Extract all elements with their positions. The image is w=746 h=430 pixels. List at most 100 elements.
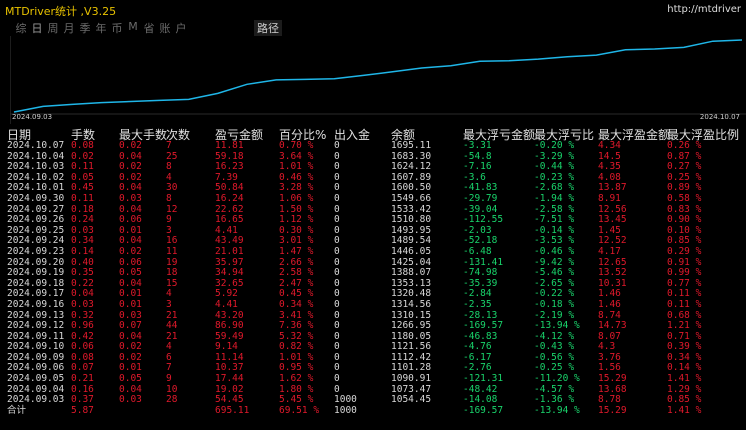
- table-row[interactable]: 2024.10.07 0.08 0.02 7 11.81 0.70 % 0 1695.11 -3…: [0, 140, 746, 152]
- tab-account-1[interactable]: 账: [158, 20, 172, 36]
- table-row[interactable]: 2024.09.27 0.18 0.04 12 22.62 1.50 % 0 1533.42-…: [0, 204, 746, 216]
- cell-max-lots: 0.03: [119, 394, 142, 406]
- cell-max-float-profit-pct: 0.26 %: [667, 140, 702, 151]
- table-header: 日期 手数 最大手数 次数 盈亏金额 百分比% 出入金 余额 最大浮亏金额 最大…: [0, 126, 746, 142]
- cell-balance: 1314.56: [391, 298, 432, 310]
- table-row[interactable]: 2024.09.03 0.37 0.03 28 54.45 5.45 % 1000 1054.…: [0, 395, 746, 406]
- tab-summary[interactable]: 综: [14, 20, 28, 36]
- tab-month[interactable]: 月: [62, 20, 76, 36]
- table-row[interactable]: 2024.09.30 0.11 0.03 8 16.24 1.06 % 0 1549.66 -2…: [0, 192, 746, 205]
- tab-m[interactable]: M: [126, 20, 140, 36]
- cell-max-float-profit: 4.34: [598, 140, 621, 151]
- table-row[interactable]: 2024.09.13 0.32 0.03 21 43.20 3.41 % 0 1310.15-…: [0, 310, 746, 322]
- cell-max-lots: 0.03: [119, 192, 142, 204]
- table-row[interactable]: 2024.10.03 0.11 0.02 8 16.23 1.01 % 0 1624.12 -7…: [0, 162, 746, 173]
- table-row[interactable]: 2024.09.06 0.07 0.01 7 10.37 0.95 % 0 1101.28 -2…: [0, 363, 746, 374]
- cell-max-float-loss: -6.48: [463, 245, 492, 257]
- cell-count: 7: [166, 140, 172, 151]
- table-row[interactable]: 2024.09.11 0.42 0.04 21 59.49 5.32 % 0 1180.05-…: [0, 331, 746, 343]
- cell-pnl: 11.81: [215, 140, 244, 151]
- cell-max-float-profit: 4.17: [598, 245, 621, 257]
- cell-lots: 0.14: [71, 245, 94, 257]
- cell-count: 11: [166, 245, 178, 257]
- cell-max-float-profit: 8.91: [598, 192, 621, 204]
- cell-max-float-loss-pct: -0.46 %: [534, 245, 575, 257]
- cell-date: 2024.09.23: [7, 245, 65, 257]
- tab-province[interactable]: 省: [142, 20, 156, 36]
- cell-deposit: 0: [334, 140, 340, 151]
- cell-date: 2024.09.16: [7, 298, 65, 310]
- cell-max-float-profit-pct: 0.29 %: [667, 245, 702, 257]
- title-bar: MTDriver统计 ,V3.25 http://mtdriver: [0, 0, 746, 20]
- cell-count: 3: [166, 298, 172, 310]
- cell-max-float-loss-pct: -0.20 %: [534, 140, 575, 151]
- cell-date: 2024.09.30: [7, 192, 65, 204]
- cell-max-lots: 0.02: [119, 245, 142, 257]
- balance-line-svg: [10, 36, 746, 124]
- cell-balance: 1446.05: [391, 245, 432, 257]
- table-row[interactable]: 2024.09.17 0.04 0.01 4 5.92 0.45 % 0 1320.48 -2.…: [0, 289, 746, 300]
- table-body: 2024.10.07 0.08 0.02 7 11.81 0.70 % 0 1695.11 -3…: [0, 140, 746, 417]
- cell-balance: 1054.45: [391, 394, 432, 406]
- url-text[interactable]: http://mtdriver: [667, 4, 741, 15]
- cell-percent: 0.70 %: [279, 140, 314, 151]
- cell-pnl: 16.24: [215, 192, 244, 204]
- cell-pnl: 4.41: [215, 298, 238, 310]
- cell-date: 2024.10.07: [7, 140, 65, 151]
- chart-date-start: 2024.09.03: [12, 113, 53, 121]
- cell-deposit: 1000: [334, 404, 357, 416]
- tab-week[interactable]: 周: [46, 20, 60, 36]
- cell-max-float-profit-pct: 1.41 %: [667, 404, 702, 416]
- cell-max-float-loss: -3.31: [463, 140, 492, 151]
- table-row[interactable]: 2024.09.12 0.96 0.07 44 86.90 7.36 % 0 1266.95-…: [0, 320, 746, 332]
- cell-percent: 1.06 %: [279, 192, 314, 204]
- cell-deposit: 0: [334, 192, 340, 204]
- cell-date: 合计: [7, 404, 27, 416]
- table-row[interactable]: 2024.09.19 0.35 0.05 18 34.94 2.58 % 0 1388.07-…: [0, 268, 746, 279]
- tab-quarter[interactable]: 季: [78, 20, 92, 36]
- table-row[interactable]: 2024.09.25 0.03 0.01 3 4.41 0.30 % 0 1493.95 -2.…: [0, 225, 746, 237]
- cell-max-float-profit: 1.46: [598, 298, 621, 310]
- cell-balance: 1549.66: [391, 192, 432, 204]
- cell-lots: 0.08: [71, 140, 94, 151]
- cell-pnl: 695.11: [215, 404, 250, 416]
- cell-percent: 1.47 %: [279, 245, 314, 257]
- cell-max-float-profit: 15.29: [598, 404, 627, 416]
- table-row[interactable]: 2024.09.16 0.03 0.01 3 4.41 0.34 % 0 1314.56 -2.…: [0, 298, 746, 311]
- cell-max-lots: 0.02: [119, 140, 142, 151]
- tab-day[interactable]: 日: [30, 20, 44, 36]
- cell-pnl: 21.01: [215, 245, 244, 257]
- table-row[interactable]: 2024.09.05 0.21 0.05 9 17.44 1.62 % 0 1090.91 -1…: [0, 373, 746, 385]
- table-row[interactable]: 2024.09.10 0.06 0.02 4 9.14 0.82 % 0 1121.56 -4.…: [0, 342, 746, 353]
- cell-lots: 5.87: [71, 404, 94, 416]
- table-row[interactable]: 2024.09.23 0.14 0.02 11 21.01 1.47 % 0 1446.05 -…: [0, 245, 746, 258]
- cell-max-float-loss: -29.79: [463, 192, 498, 204]
- table-row[interactable]: 2024.09.18 0.22 0.04 15 32.65 2.47 % 0 1353.13-…: [0, 278, 746, 290]
- tab-account-2[interactable]: 户: [174, 20, 188, 36]
- tab-currency[interactable]: 币: [110, 20, 124, 36]
- cell-max-float-loss-pct: -0.18 %: [534, 298, 575, 310]
- table-row[interactable]: 2024.09.04 0.16 0.04 10 19.02 1.80 % 0 1073.47-…: [0, 384, 746, 396]
- cell-deposit: 0: [334, 245, 340, 257]
- table-row[interactable]: 2024.09.09 0.08 0.02 6 11.14 1.01 % 0 1112.42 -6…: [0, 352, 746, 364]
- balance-line: [13, 39, 743, 113]
- cell-balance: 1695.11: [391, 140, 432, 151]
- tab-year[interactable]: 年: [94, 20, 108, 36]
- cell-max-float-profit-pct: 0.58 %: [667, 192, 702, 204]
- period-tabs: 综 日 周 月 季 年 币 M 省 账 户 路径: [14, 20, 282, 36]
- table-row[interactable]: 2024.09.26 0.24 0.06 9 16.65 1.12 % 0 1510.80 -1…: [0, 215, 746, 226]
- path-button[interactable]: 路径: [254, 20, 282, 36]
- cell-percent: 0.34 %: [279, 298, 314, 310]
- cell-lots: 0.11: [71, 192, 94, 204]
- table-row[interactable]: 2024.10.01 0.45 0.04 30 50.84 3.28 % 0 1600.50-…: [0, 183, 746, 194]
- cell-count: 28: [166, 394, 178, 406]
- table-row[interactable]: 2024.09.24 0.34 0.04 16 43.49 3.01 % 0 1489.54-…: [0, 236, 746, 247]
- app-title: MTDriver统计 ,V3.25: [5, 5, 117, 18]
- table-row[interactable]: 2024.10.04 0.02 0.04 25 59.18 3.64 % 0 1683.30-…: [0, 151, 746, 163]
- table-row[interactable]: 2024.10.02 0.05 0.02 4 7.39 0.46 % 0 1607.89 -3.…: [0, 172, 746, 184]
- total-row[interactable]: 合计 5.87 695.11 69.51 % 1000 -169.57 -13.94 % 15…: [0, 404, 746, 417]
- cell-percent: 69.51 %: [279, 404, 320, 416]
- cell-max-float-loss: -2.35: [463, 298, 492, 310]
- cell-max-float-loss: -169.57: [463, 404, 504, 416]
- table-row[interactable]: 2024.09.20 0.40 0.06 19 35.97 2.66 % 0 1425.04-…: [0, 257, 746, 269]
